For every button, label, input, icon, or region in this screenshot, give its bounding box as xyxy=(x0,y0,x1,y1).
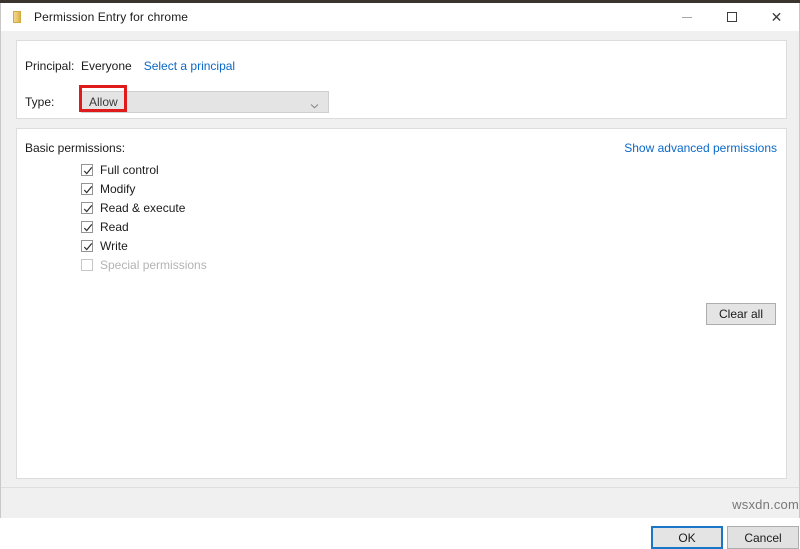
cancel-button[interactable]: Cancel xyxy=(727,526,799,549)
permission-row[interactable]: Read xyxy=(81,218,207,236)
permissions-checkbox-list: Full control Modify Read & execute Read Writ… xyxy=(81,161,207,275)
permission-label: Read & execute xyxy=(100,201,186,215)
checkbox-unchecked-icon xyxy=(81,259,93,271)
checkbox-checked-icon[interactable] xyxy=(81,164,93,176)
type-row: Type: Allow xyxy=(25,85,329,113)
select-principal-link[interactable]: Select a principal xyxy=(144,59,235,73)
close-icon: ✕ xyxy=(770,9,783,25)
window-controls: ✕ xyxy=(664,3,799,31)
clear-all-button[interactable]: Clear all xyxy=(706,303,776,325)
permission-entry-window: Permission Entry for chrome ✕ Principal: xyxy=(0,3,800,549)
chevron-down-icon xyxy=(310,98,319,109)
permission-label: Modify xyxy=(100,182,136,196)
checkbox-checked-icon[interactable] xyxy=(81,183,93,195)
window-title: Permission Entry for chrome xyxy=(34,10,189,24)
permission-row[interactable]: Modify xyxy=(81,180,207,198)
dialog-footer: OK Cancel xyxy=(1,488,799,549)
minimize-icon xyxy=(681,16,692,18)
permission-label: Read xyxy=(100,220,129,234)
title-bar: Permission Entry for chrome ✕ xyxy=(1,3,799,31)
maximize-button[interactable] xyxy=(709,3,754,31)
basic-permissions-label: Basic permissions: xyxy=(25,141,126,155)
permission-label: Write xyxy=(100,239,128,253)
type-label: Type: xyxy=(25,95,55,109)
permission-row: Special permissions xyxy=(81,256,207,274)
dialog-body: Principal: Everyone Select a principal T… xyxy=(1,31,799,549)
principal-panel: Principal: Everyone Select a principal T… xyxy=(16,40,787,119)
show-advanced-permissions-link[interactable]: Show advanced permissions xyxy=(624,141,777,155)
permission-row[interactable]: Write xyxy=(81,237,207,255)
type-combobox-value: Allow xyxy=(89,95,118,109)
permission-label: Special permissions xyxy=(100,258,207,272)
principal-label: Principal: xyxy=(25,59,75,73)
close-button[interactable]: ✕ xyxy=(754,3,799,31)
checkbox-checked-icon[interactable] xyxy=(81,221,93,233)
maximize-icon xyxy=(726,12,737,22)
minimize-button[interactable] xyxy=(664,3,709,31)
permission-row[interactable]: Full control xyxy=(81,161,207,179)
principal-value: Everyone xyxy=(81,59,132,73)
folder-icon xyxy=(10,9,26,25)
screenshot-root: Permission Entry for chrome ✕ Principal: xyxy=(0,0,800,549)
permission-label: Full control xyxy=(100,163,159,177)
checkbox-checked-icon[interactable] xyxy=(81,202,93,214)
permissions-panel: Basic permissions: Show advanced permiss… xyxy=(16,128,787,479)
checkbox-checked-icon[interactable] xyxy=(81,240,93,252)
type-combobox[interactable]: Allow xyxy=(81,91,329,113)
principal-row: Principal: Everyone Select a principal xyxy=(25,59,235,73)
type-combobox-wrapper: Allow xyxy=(79,85,329,113)
permission-row[interactable]: Read & execute xyxy=(81,199,207,217)
ok-button[interactable]: OK xyxy=(651,526,723,549)
